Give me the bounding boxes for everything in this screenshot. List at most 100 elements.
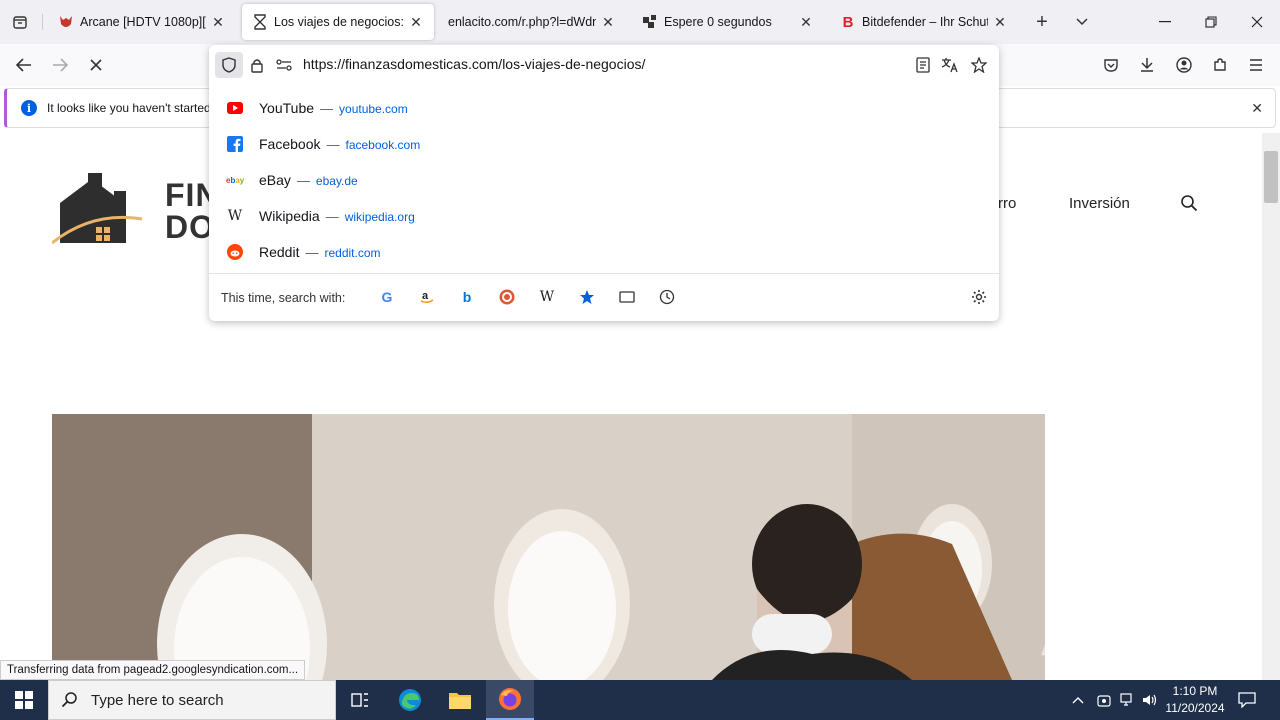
firefox-taskbar-button[interactable] <box>486 680 534 720</box>
firefox-view-button[interactable] <box>6 8 34 36</box>
permissions-icon[interactable] <box>275 56 293 74</box>
volume-button[interactable] <box>1140 680 1160 720</box>
close-icon[interactable]: ✕ <box>1251 100 1263 117</box>
start-button[interactable] <box>0 680 48 720</box>
translate-icon[interactable] <box>941 56 959 74</box>
suggestion-youtube[interactable]: YouTube — youtube.com <box>209 90 999 126</box>
tab-title: Espere 0 segundos <box>664 15 772 29</box>
edge-icon <box>399 689 421 711</box>
bing-icon[interactable]: b <box>458 288 476 306</box>
tab-bitdefender[interactable]: B Bitdefender – Ihr Schutzsc ✕ <box>830 4 1018 40</box>
restore-button[interactable] <box>1196 8 1226 36</box>
back-button[interactable] <box>10 51 38 79</box>
close-icon[interactable]: ✕ <box>600 14 616 30</box>
list-all-tabs-button[interactable] <box>1070 10 1094 34</box>
menu-item-inversion[interactable]: Inversión <box>1069 195 1130 212</box>
pocket-button[interactable] <box>1097 51 1125 79</box>
minimize-button[interactable] <box>1150 8 1180 36</box>
network-button[interactable] <box>1118 680 1138 720</box>
folder-icon <box>449 693 471 709</box>
close-icon[interactable]: ✕ <box>992 14 1008 30</box>
tray-app-button[interactable] <box>1094 680 1114 720</box>
wikipedia-icon: W <box>227 208 243 224</box>
forward-button[interactable] <box>46 51 74 79</box>
downloads-button[interactable] <box>1133 51 1161 79</box>
account-icon <box>1176 57 1192 73</box>
bookmark-star-icon[interactable] <box>970 56 988 74</box>
windows-taskbar: Type here to search 1:10 PM 11/20/2024 <box>0 680 1280 720</box>
shield-icon <box>222 57 236 73</box>
gear-icon[interactable] <box>970 288 988 306</box>
bookmarks-icon[interactable] <box>578 288 596 306</box>
suggestion-wikipedia[interactable]: W Wikipedia — wikipedia.org <box>209 198 999 234</box>
speaker-icon <box>1143 694 1157 706</box>
wikipedia-icon[interactable]: W <box>538 288 556 306</box>
google-icon[interactable]: G <box>378 288 396 306</box>
reader-view-icon[interactable] <box>914 56 932 74</box>
tab-title: enlacito.com/r.php?l=dWdnY <box>448 15 596 29</box>
plus-icon: + <box>1036 10 1048 33</box>
tab-arcane[interactable]: Arcane [HDTV 1080p][Cap ✕ <box>48 4 236 40</box>
clock-date: 11/20/2024 <box>1165 701 1225 715</box>
tab-separator <box>42 14 43 30</box>
network-icon <box>1120 693 1132 706</box>
menu-button[interactable] <box>1242 51 1270 79</box>
show-hidden-icons-button[interactable] <box>1068 680 1088 720</box>
puzzle-extension-icon <box>1214 58 1226 71</box>
history-icon[interactable] <box>658 288 676 306</box>
edge-taskbar-button[interactable] <box>386 680 434 720</box>
close-icon[interactable]: ✕ <box>798 14 814 30</box>
firefox-icon <box>499 688 521 710</box>
status-bar: Transferring data from pagead2.googlesyn… <box>0 660 306 680</box>
account-button[interactable] <box>1170 51 1198 79</box>
scrollbar-thumb[interactable] <box>1264 151 1278 203</box>
pocket-icon <box>1104 59 1118 72</box>
suggestion-ebay[interactable]: ebay eBay — ebay.de <box>209 162 999 198</box>
bitdefender-b-icon: B <box>842 13 854 31</box>
suggestion-reddit[interactable]: Reddit — reddit.com <box>209 234 999 270</box>
close-icon[interactable]: ✕ <box>408 14 424 30</box>
new-tab-button[interactable]: + <box>1030 10 1054 34</box>
chevron-down-icon <box>1076 18 1088 26</box>
urlbar-dropdown: YouTube—youtube.com Facebook—facebook.co… <box>209 45 999 321</box>
taskbar-search-box[interactable]: Type here to search <box>48 680 336 720</box>
search-icon[interactable] <box>1180 194 1198 212</box>
close-icon[interactable]: ✕ <box>210 14 226 30</box>
taskbar-clock[interactable]: 1:10 PM 11/20/2024 <box>1160 683 1230 717</box>
facebook-icon <box>226 135 244 153</box>
tab-title: Bitdefender – Ihr Schutzsc <box>862 15 988 29</box>
tab-los-viajes[interactable]: Los viajes de negocios: Un ✕ <box>242 4 434 40</box>
search-with-label: This time, search with: <box>221 291 346 305</box>
duckduckgo-icon[interactable] <box>498 288 516 306</box>
tab-enlacito[interactable]: enlacito.com/r.php?l=dWdnY ✕ <box>438 4 626 40</box>
tracking-protection-button[interactable] <box>215 52 243 78</box>
minimize-icon <box>1159 21 1171 23</box>
task-view-button[interactable] <box>336 680 384 720</box>
suggestion-url: ebay.de <box>315 174 358 188</box>
action-center-button[interactable] <box>1236 680 1258 720</box>
chevron-up-icon <box>1072 697 1084 704</box>
restore-icon <box>1205 16 1217 28</box>
urlbar[interactable] <box>209 45 999 85</box>
watermark-logo: ANY RUN <box>1040 613 1256 665</box>
tabs-icon[interactable] <box>618 288 636 306</box>
suggestion-url: reddit.com <box>324 246 381 260</box>
suggestion-title: eBay <box>259 172 291 188</box>
amazon-icon[interactable]: a <box>418 288 436 306</box>
notification-text: It looks like you haven't started <box>47 101 211 115</box>
url-input[interactable] <box>303 56 803 72</box>
file-explorer-taskbar-button[interactable] <box>436 680 484 720</box>
tab-strip: Arcane [HDTV 1080p][Cap ✕ Los viajes de … <box>0 0 1280 44</box>
suggestion-facebook[interactable]: Facebook — facebook.com <box>209 126 999 162</box>
menu-item-ahorro[interactable]: rro <box>998 195 1016 212</box>
taskbar-search-placeholder: Type here to search <box>91 691 224 709</box>
stop-button[interactable] <box>82 51 110 79</box>
close-window-button[interactable] <box>1242 8 1272 36</box>
lock-icon[interactable] <box>248 56 266 74</box>
extensions-button[interactable] <box>1206 51 1234 79</box>
reddit-icon <box>226 243 244 261</box>
firefox-view-icon <box>13 16 27 29</box>
page-scrollbar[interactable] <box>1262 133 1280 680</box>
puzzle-icon <box>642 14 658 30</box>
tab-espere[interactable]: Espere 0 segundos ✕ <box>632 4 824 40</box>
